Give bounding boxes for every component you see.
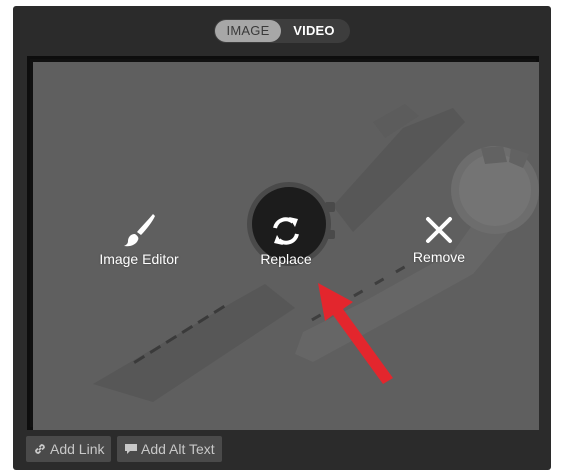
add-alt-text-button[interactable]: Add Alt Text [117,436,222,462]
image-preview[interactable]: Image Editor Replace Remove [33,62,539,430]
image-editor-label: Image Editor [99,251,179,267]
image-editor-button[interactable]: Image Editor [85,212,193,267]
tab-image[interactable]: IMAGE [215,20,281,42]
refresh-icon [273,217,299,245]
image-preview-frame: Image Editor Replace Remove [27,56,539,430]
tab-video[interactable]: VIDEO [281,20,347,42]
media-type-toggle: IMAGE VIDEO [214,19,350,43]
replace-button[interactable]: Replace [246,214,326,267]
add-link-button[interactable]: Add Link [26,436,112,464]
close-icon [426,217,452,243]
comment-icon [124,438,138,464]
replace-label: Replace [260,251,312,267]
paintbrush-icon [124,214,155,247]
image-block-panel: IMAGE VIDEO Image Editor Replace Remove … [13,6,551,470]
remove-button[interactable]: Remove [403,214,475,265]
add-link-label: Add Link [50,441,105,457]
remove-label: Remove [412,249,466,265]
add-alt-text-label: Add Alt Text [141,441,215,457]
link-icon [33,438,47,464]
